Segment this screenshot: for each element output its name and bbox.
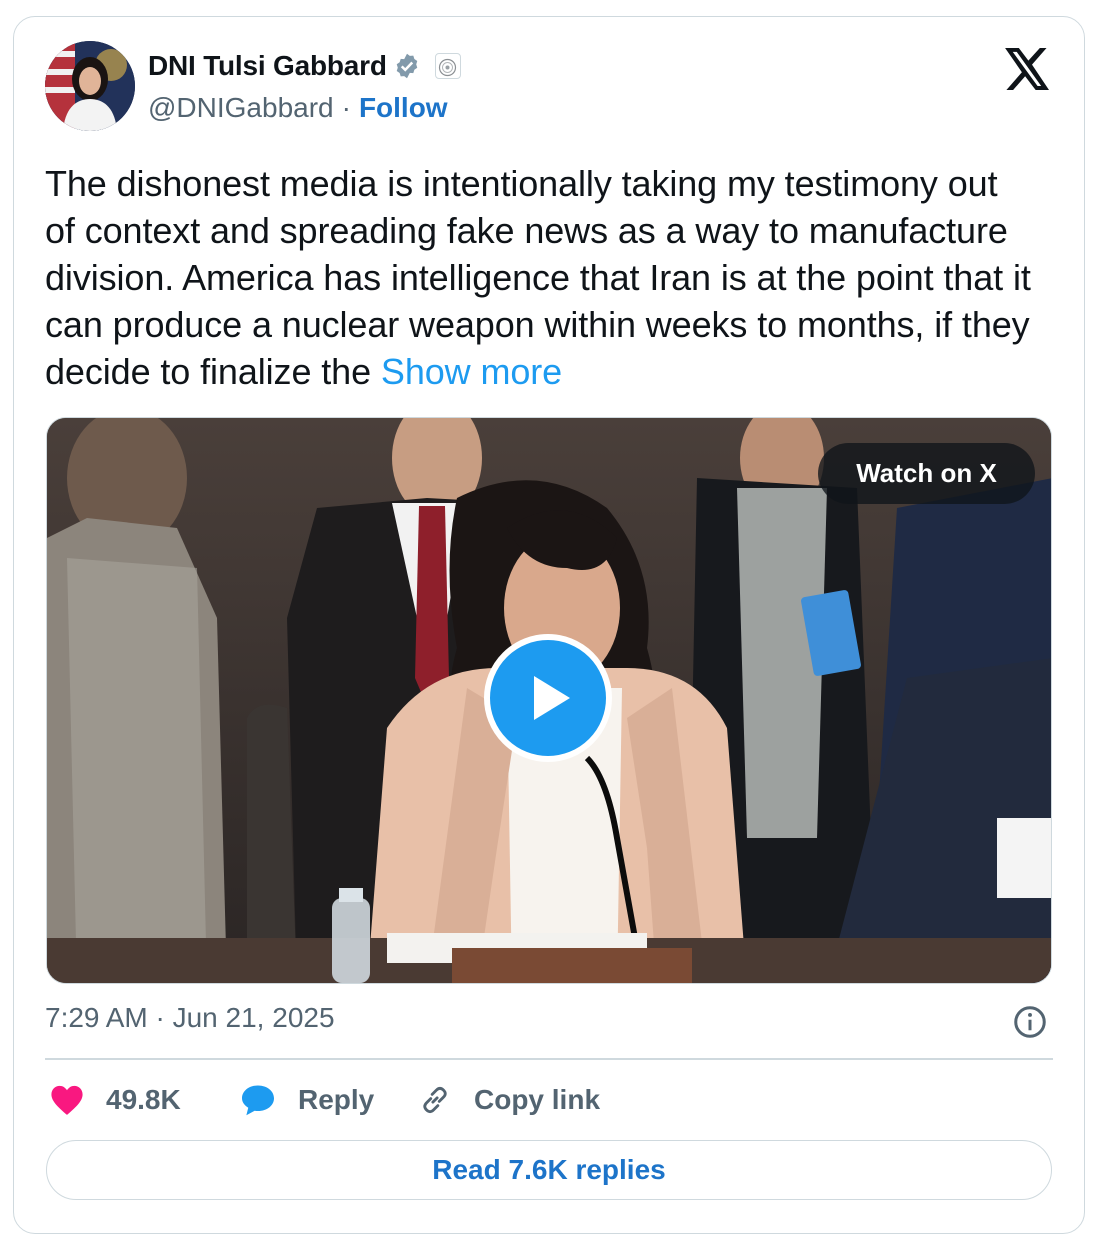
heart-icon (51, 1085, 83, 1115)
timestamp[interactable]: 7:29 AM · Jun 21, 2025 (45, 1002, 335, 1034)
show-more-link[interactable]: Show more (381, 351, 562, 392)
separator-dot: · (341, 92, 351, 123)
author-name-row[interactable]: DNI Tulsi Gabbard (148, 50, 461, 82)
x-logo-icon[interactable] (1005, 48, 1051, 90)
follow-button[interactable]: Follow (359, 92, 448, 124)
divider (45, 1058, 1053, 1060)
play-button[interactable] (484, 634, 612, 762)
reply-bubble-icon (242, 1085, 274, 1116)
author-handle-row: @DNIGabbard · Follow (148, 92, 448, 124)
tweet-text: The dishonest media is intentionally tak… (45, 160, 1035, 395)
verified-badge-icon (396, 53, 418, 79)
info-icon[interactable] (1012, 1004, 1048, 1040)
reply-action[interactable]: Reply (240, 1080, 374, 1120)
like-action[interactable]: 49.8K (50, 1080, 181, 1120)
likes-count: 49.8K (106, 1084, 181, 1115)
read-replies-button[interactable]: Read 7.6K replies (46, 1140, 1052, 1200)
copy-link-action[interactable]: Copy link (418, 1080, 600, 1120)
avatar[interactable] (45, 41, 135, 131)
reply-label: Reply (298, 1084, 375, 1115)
author-handle[interactable]: @DNIGabbard (148, 92, 334, 124)
watch-on-x-button[interactable]: Watch on X (818, 443, 1035, 504)
play-icon (534, 676, 570, 720)
copy-link-label: Copy link (474, 1084, 601, 1115)
author-name[interactable]: DNI Tulsi Gabbard (148, 50, 387, 82)
link-icon (423, 1086, 447, 1114)
government-seal-icon (434, 53, 461, 79)
